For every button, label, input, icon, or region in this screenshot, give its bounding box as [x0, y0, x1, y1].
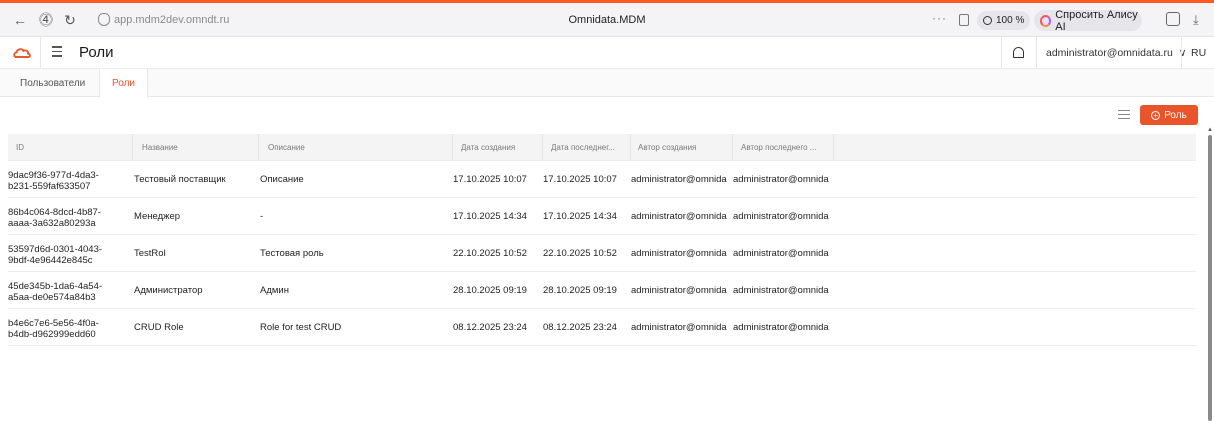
cell-author: administrator@omnida [631, 285, 727, 296]
cell-id: 53597d6d-0301-4043- 9bdf-4e96442e845c [8, 244, 128, 266]
tab-users[interactable]: Пользователи [20, 69, 85, 97]
cell-created: 08.12.2025 23:24 [453, 322, 527, 333]
cell-created: 22.10.2025 10:52 [453, 248, 527, 259]
table-row[interactable]: 9dac9f36-977d-4da3- b231-559faf633507 Тест… [8, 161, 1196, 198]
cell-id-line: b4e6c7e6-5e56-4f0a- [8, 318, 99, 329]
language-switcher[interactable]: RU [1191, 47, 1206, 59]
table-row[interactable]: 45de345b-1da6-4a54- a5aa-de0e574a84b3 Адми… [8, 272, 1196, 309]
cell-description: - [260, 211, 264, 222]
cell-editor: administrator@omnida [733, 285, 829, 296]
header-divider [40, 37, 41, 69]
cell-created: 17.10.2025 10:07 [453, 174, 527, 185]
table-row[interactable]: b4e6c7e6-5e56-4f0a-b4db-d962999edd60 CRUD… [8, 309, 1196, 346]
address-bar[interactable]: app.mdm2dev.omndt.ru [114, 14, 229, 26]
cell-id: 86b4c064-8dcd-4b87- aaaa-3a632a80293a [8, 207, 128, 229]
cell-name: Тестовый поставщик [134, 174, 226, 185]
alice-icon [1040, 14, 1052, 27]
cell-description: Админ [260, 285, 289, 296]
chevron-down-icon: ∨ [1178, 47, 1187, 59]
more-icon[interactable]: ··· [932, 11, 947, 25]
tab-bar: Пользователи Роли [0, 69, 1214, 98]
header-divider [1001, 37, 1002, 69]
cell-author: administrator@omnida [631, 211, 727, 222]
scroll-up-icon[interactable]: ▲ [1207, 127, 1213, 133]
cell-updated: 08.12.2025 23:24 [543, 322, 617, 333]
cell-editor: administrator@omnida [733, 211, 829, 222]
cell-editor: administrator@omnida [733, 322, 829, 333]
app-title: Роли [79, 44, 114, 61]
column-settings-icon[interactable] [1118, 110, 1130, 120]
download-icon[interactable]: ⤓ [1193, 12, 1199, 28]
scrollbar[interactable]: ▲ [1207, 127, 1213, 421]
cell-updated: 28.10.2025 09:19 [543, 285, 617, 296]
table-row[interactable]: 53597d6d-0301-4043- 9bdf-4e96442e845c Test… [8, 235, 1196, 272]
cell-editor: administrator@omnida [733, 174, 829, 185]
tab-roles[interactable]: Роли [99, 69, 148, 98]
app-header: Роли administrator@omnidata.ru ∨ RU [0, 37, 1214, 69]
add-role-button[interactable]: + Роль [1140, 105, 1198, 125]
add-role-label: Роль [1164, 109, 1187, 121]
cell-updated: 17.10.2025 10:07 [543, 174, 617, 185]
cell-id-line: b231-559faf633507 [8, 181, 91, 192]
table-header: ID Название Описание Дата создания Дата … [8, 134, 1196, 161]
column-header-updated[interactable]: Дата последнег... [551, 143, 615, 152]
cell-created: 28.10.2025 09:19 [453, 285, 527, 296]
cell-author: administrator@omnida [631, 174, 727, 185]
column-header-author[interactable]: Автор создания [638, 143, 696, 152]
cell-description: Role for test CRUD [260, 322, 342, 333]
cell-id-line: 45de345b-1da6-4a54- [8, 281, 103, 292]
cell-id-line: 9bdf-4e96442e845c [8, 255, 93, 266]
cell-id-line: 9dac9f36-977d-4da3- [8, 170, 99, 181]
cell-name: TestRol [134, 248, 166, 259]
cell-id: b4e6c7e6-5e56-4f0a-b4db-d962999edd60 [8, 318, 128, 340]
table-row[interactable]: 86b4c064-8dcd-4b87- aaaa-3a632a80293a Мене… [8, 198, 1196, 235]
cell-name: Менеджер [134, 211, 181, 222]
cell-id-line: 86b4c064-8dcd-4b87- [8, 207, 101, 218]
search-icon [983, 16, 992, 25]
site-info-icon[interactable]: ⓸ [36, 10, 56, 30]
cell-description: Описание [260, 174, 304, 185]
browser-toolbar: ← ⓸ ↻ app.mdm2dev.omndt.ru Omnidata.MDM … [0, 3, 1214, 37]
shield-icon [98, 13, 110, 26]
reload-icon[interactable]: ↻ [60, 10, 80, 30]
cell-author: administrator@omnida [631, 322, 727, 333]
plus-icon: + [1151, 110, 1161, 120]
user-email: administrator@omnidata.ru [1046, 47, 1173, 59]
header-divider [1181, 37, 1182, 69]
bell-icon[interactable] [1013, 47, 1024, 58]
cell-id: 9dac9f36-977d-4da3- b231-559faf633507 [8, 170, 128, 192]
cell-updated: 17.10.2025 14:34 [543, 211, 617, 222]
table-body: 9dac9f36-977d-4da3- b231-559faf633507 Тест… [8, 161, 1196, 346]
scrollbar-thumb[interactable] [1208, 135, 1212, 421]
ask-alice-button[interactable]: Спросить Алису AI [1034, 8, 1142, 33]
menu-icon[interactable] [52, 46, 62, 60]
column-header-description[interactable]: Описание [268, 143, 305, 152]
back-arrow-icon[interactable]: ← [10, 10, 30, 30]
column-header-created[interactable]: Дата создания [461, 143, 515, 152]
bookmark-icon[interactable] [959, 14, 969, 26]
cell-created: 17.10.2025 14:34 [453, 211, 527, 222]
cell-id-line: a5aa-de0e574a84b3 [8, 292, 96, 303]
cell-editor: administrator@omnida [733, 248, 829, 259]
cloud-logo-icon[interactable] [13, 46, 31, 60]
user-menu[interactable]: administrator@omnidata.ru ∨ [1046, 47, 1186, 59]
cell-author: administrator@omnida [631, 248, 727, 259]
header-divider [1036, 37, 1037, 69]
zoom-button[interactable]: 100 % [977, 11, 1031, 30]
column-header-name[interactable]: Название [142, 143, 178, 152]
cell-id-line: aaaa-3a632a80293a [8, 218, 96, 229]
roles-table: ID Название Описание Дата создания Дата … [8, 134, 1196, 346]
cell-updated: 22.10.2025 10:52 [543, 248, 617, 259]
cell-id-line: b4db-d962999edd60 [8, 329, 96, 340]
ask-alice-label: Спросить Алису AI [1055, 8, 1138, 33]
column-header-editor[interactable]: Автор последнего ... [741, 143, 816, 152]
cell-name: Администратор [134, 285, 203, 296]
tabs-icon[interactable] [1166, 12, 1180, 26]
cell-id-line: 53597d6d-0301-4043- [8, 244, 103, 255]
column-header-id[interactable]: ID [16, 143, 24, 152]
cell-description: Тестовая роль [260, 248, 324, 259]
zoom-level: 100 % [996, 15, 1025, 26]
cell-name: CRUD Role [134, 322, 184, 333]
cell-id: 45de345b-1da6-4a54- a5aa-de0e574a84b3 [8, 281, 128, 303]
